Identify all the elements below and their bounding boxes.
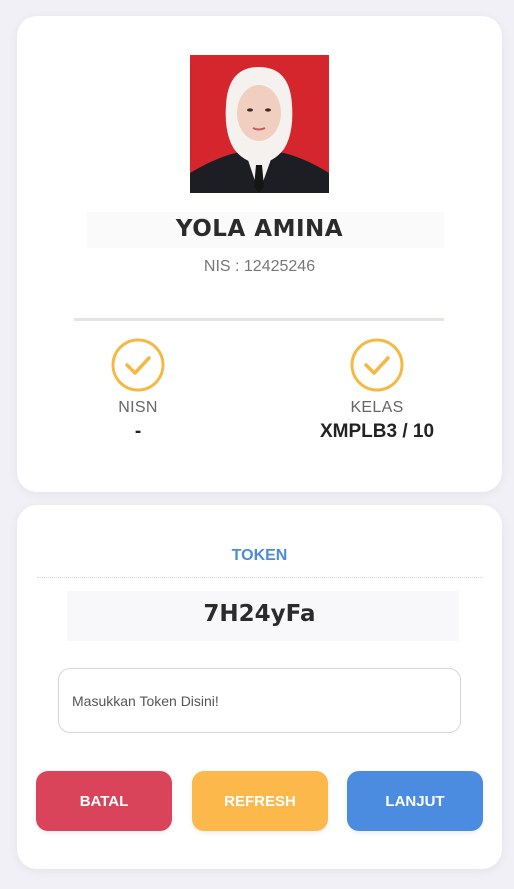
stat-label: KELAS [350,399,404,416]
stat-nisn: NISN - [38,337,238,443]
profile-divider [74,318,444,321]
student-photo [190,55,329,193]
token-value: 7H24yFa [203,601,316,627]
refresh-button[interactable]: REFRESH [192,771,328,831]
token-label: TOKEN [231,547,288,564]
check-circle-icon [350,338,404,392]
check-circle-icon [111,338,165,392]
student-nis: NIS : 12425246 [203,258,316,275]
token-input[interactable] [58,668,461,733]
token-card: TOKEN 7H24yFa BATAL REFRESH LANJUT [17,505,502,869]
cancel-button[interactable]: BATAL [36,771,172,831]
token-divider [37,577,483,578]
student-name: YOLA AMINA [175,216,344,242]
stat-label: NISN [118,399,158,416]
stat-value: XMPLB3 / 10 [319,421,435,442]
stat-kelas: KELAS XMPLB3 / 10 [277,337,477,443]
next-button[interactable]: LANJUT [347,771,483,831]
profile-card: YOLA AMINA NIS : 12425246 NISN - KELAS X… [17,16,502,492]
stat-value: - [134,421,142,442]
